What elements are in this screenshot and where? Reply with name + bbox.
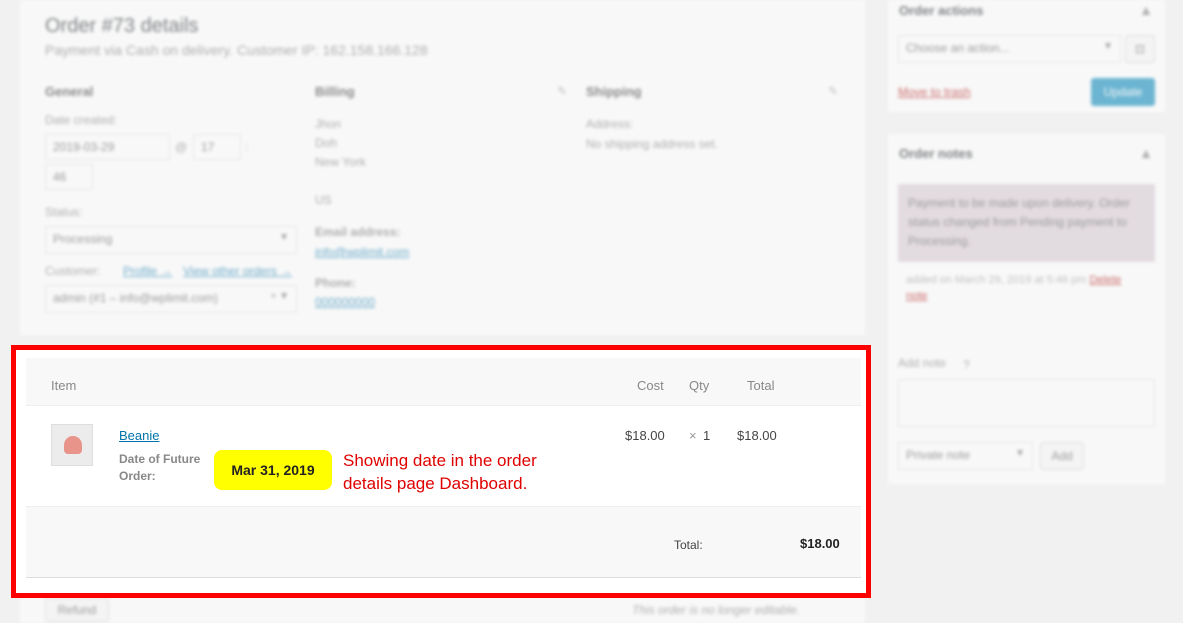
billing-address-line-1: Jhon <box>315 117 342 131</box>
items-table-header: Item Cost Qty Total <box>26 358 861 406</box>
status-label: Status: <box>45 205 83 219</box>
minute-input[interactable]: 46 <box>45 164 93 190</box>
shipping-address-value: No shipping address set. <box>586 137 719 151</box>
total-value: $18.00 <box>800 536 840 551</box>
help-icon: ? <box>963 358 970 372</box>
shipping-address-label: Address: <box>586 117 634 131</box>
email-label: Email address: <box>315 225 401 239</box>
items-footer: Refund This order is no longer editable. <box>20 598 865 623</box>
order-title: Order #73 details <box>45 15 199 37</box>
billing-address-line-2: Doh <box>315 136 338 150</box>
product-name-link[interactable]: Beanie <box>119 428 159 443</box>
move-to-trash-link[interactable]: Move to trash <box>898 85 971 99</box>
order-action-placeholder: Choose an action... <box>906 41 1010 55</box>
chevron-down-icon: ▼ <box>279 232 289 243</box>
toggle-icon[interactable]: ▲ <box>1139 145 1153 161</box>
order-details-panel: Order #73 details Payment via Cash on de… <box>20 0 865 335</box>
qty-times: × <box>689 428 697 443</box>
order-notes-title: Order notes <box>899 146 973 161</box>
time-separator: : <box>245 140 249 154</box>
billing-heading: Billing <box>315 84 355 99</box>
order-subtitle: Payment via Cash on delivery. Customer I… <box>45 42 428 58</box>
order-notes-box: Order notes ▲ Payment to be made upon de… <box>888 134 1165 484</box>
total-label: Total: <box>674 538 703 552</box>
customer-select[interactable]: admin (#1 – info@wplimit.com) × ▼ <box>45 285 297 313</box>
chevron-down-icon: × ▼ <box>270 291 289 302</box>
item-cost: $18.00 <box>625 428 665 443</box>
email-link[interactable]: info@wplimit.com <box>315 245 409 259</box>
date-created-input[interactable]: 2019-03-29 <box>45 134 170 160</box>
view-other-orders-link[interactable]: View other orders → <box>183 264 292 278</box>
order-note: Payment to be made upon delivery. Order … <box>898 184 1155 262</box>
table-row: Beanie Date of Future Order: Mar 31, 201… <box>26 406 861 506</box>
shipping-heading: Shipping <box>586 84 642 99</box>
phone-link[interactable]: 000000000 <box>315 295 375 309</box>
not-editable-notice: This order is no longer editable. <box>632 603 801 617</box>
profile-link[interactable]: Profile → <box>123 264 172 278</box>
future-order-date-badge: Mar 31, 2019 <box>214 450 332 490</box>
beanie-icon <box>64 436 82 454</box>
customer-label: Customer: <box>45 264 101 278</box>
chevron-down-icon: ▼ <box>1103 41 1113 52</box>
date-created-label: Date created: <box>45 113 118 127</box>
item-total: $18.00 <box>737 428 777 443</box>
note-date: added on March 29, 2019 at 5:46 pm <box>906 274 1087 286</box>
order-actions-box: Order actions ▲ Choose an action... ▼ ⊡ … <box>888 0 1165 112</box>
status-select[interactable]: Processing ▼ <box>45 226 297 254</box>
future-order-date-label: Date of Future Order: <box>119 452 201 483</box>
refund-button[interactable]: Refund <box>45 598 109 622</box>
header-cost: Cost <box>637 378 664 393</box>
edit-shipping-pencil-icon[interactable]: ✎ <box>828 84 838 98</box>
header-total: Total <box>747 378 775 393</box>
order-action-select[interactable]: Choose an action... ▼ <box>898 35 1121 63</box>
add-note-textarea[interactable] <box>898 379 1155 427</box>
edit-billing-pencil-icon[interactable]: ✎ <box>557 84 567 98</box>
note-meta: added on March 29, 2019 at 5:46 pm Delet… <box>906 272 1136 304</box>
header-qty: Qty <box>689 378 710 393</box>
order-items-highlight: Item Cost Qty Total Beanie Date of Futur… <box>11 345 871 598</box>
billing-address-line-5: US <box>315 193 332 207</box>
customer-value: admin (#1 – info@wplimit.com) <box>53 291 218 305</box>
order-actions-title: Order actions <box>899 3 984 18</box>
status-value: Processing <box>53 232 113 246</box>
add-note-label: Add note <box>898 356 947 370</box>
note-type-value: Private note <box>906 448 971 462</box>
hour-input[interactable]: 17 <box>193 134 241 160</box>
chevron-down-icon: ▼ <box>1015 448 1025 459</box>
item-qty: 1 <box>703 428 711 443</box>
update-button[interactable]: Update <box>1091 78 1155 106</box>
annotation-text: Showing date in the order details page D… <box>343 451 537 493</box>
general-heading: General <box>45 84 94 99</box>
product-thumbnail <box>51 424 93 466</box>
header-item: Item <box>51 378 77 393</box>
note-type-select[interactable]: Private note ▼ <box>898 442 1033 470</box>
billing-address-line-3: New York <box>315 155 366 169</box>
toggle-icon[interactable]: ▲ <box>1139 2 1153 18</box>
order-totals: Total: $18.00 <box>26 506 861 578</box>
add-note-button[interactable]: Add <box>1040 442 1084 470</box>
at-sign: @ <box>175 140 188 154</box>
phone-label: Phone: <box>315 276 356 290</box>
apply-action-button[interactable]: ⊡ <box>1125 35 1155 63</box>
